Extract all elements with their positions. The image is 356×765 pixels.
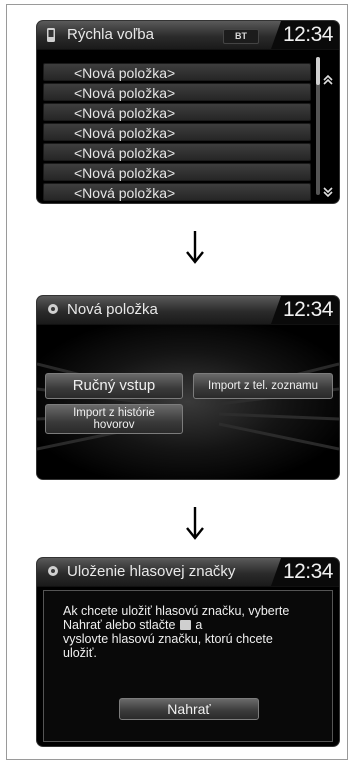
title-bar: Rýchla voľba BT 12:34 xyxy=(37,21,339,50)
new-entry-screen: Nová položka 12:34 Ručný vstup Import z … xyxy=(37,296,339,479)
manual-entry-button[interactable]: Ručný vstup xyxy=(45,373,183,399)
chevron-down-icon[interactable] xyxy=(322,185,334,203)
title-bar: Nová položka 12:34 xyxy=(37,296,339,325)
message-line: Ak chcete uložiť hlasovú značku, vyberte xyxy=(63,604,290,618)
chevron-up-icon[interactable] xyxy=(322,73,334,91)
clock-box: 12:34 xyxy=(271,558,339,586)
import-phonebook-label: Import z tel. zoznamu xyxy=(208,380,318,392)
list-item[interactable]: <Nová položka> xyxy=(43,103,311,121)
message-line: uložiť. xyxy=(63,646,97,660)
gear-icon xyxy=(46,302,60,321)
dialog-message: Ak chcete uložiť hlasovú značku, vyberte… xyxy=(63,604,315,660)
list-item[interactable]: <Nová položka> xyxy=(43,83,311,101)
import-history-button[interactable]: Import z histórie hovorov xyxy=(45,404,183,434)
phone-icon xyxy=(46,27,56,48)
screen-title: Rýchla voľba xyxy=(67,26,154,43)
message-text: a xyxy=(195,618,203,632)
voice-tag-screen: Uloženie hlasovej značky 12:34 Ak chcete… xyxy=(37,558,339,746)
import-history-label-1: Import z histórie xyxy=(73,407,155,419)
list-item-label: <Nová položka> xyxy=(74,65,176,81)
title-bar: Uloženie hlasovej značky 12:34 xyxy=(37,558,339,587)
figure-frame: Rýchla voľba BT 12:34 <Nová položka> <No… xyxy=(6,4,348,760)
talk-button-icon xyxy=(179,620,191,630)
list-item[interactable]: <Nová položka> xyxy=(43,123,311,141)
speed-dial-screen: Rýchla voľba BT 12:34 <Nová položka> <No… xyxy=(37,21,339,203)
message-line: vyslovte hlasovú značku, ktorú chcete xyxy=(63,632,273,646)
list-item[interactable]: <Nová položka> xyxy=(43,63,311,81)
scrollbar[interactable] xyxy=(316,57,320,195)
list-item-label: <Nová položka> xyxy=(74,105,176,121)
record-label: Nahrať xyxy=(167,701,211,717)
import-history-label-2: hovorov xyxy=(93,419,135,431)
list-item[interactable]: <Nová položka> xyxy=(43,183,311,201)
message-text: Nahrať alebo stlačte xyxy=(63,618,176,632)
message-line: Nahrať alebo stlačte a xyxy=(63,618,315,632)
scroll-thumb[interactable] xyxy=(316,57,320,85)
list-item[interactable]: <Nová položka> xyxy=(43,163,311,181)
clock: 12:34 xyxy=(282,23,334,46)
manual-entry-label: Ručný vstup xyxy=(72,377,156,394)
list-item[interactable]: <Nová položka> xyxy=(43,143,311,161)
import-phonebook-button[interactable]: Import z tel. zoznamu xyxy=(193,373,333,399)
arrow-down-icon xyxy=(186,507,204,540)
clock: 12:34 xyxy=(282,560,334,583)
list-item-label: <Nová položka> xyxy=(74,165,176,181)
list-item-label: <Nová položka> xyxy=(74,145,176,161)
clock-box: 12:34 xyxy=(271,21,339,49)
list-item-label: <Nová položka> xyxy=(74,125,176,141)
clock: 12:34 xyxy=(282,298,334,321)
arrow-down-icon xyxy=(186,231,204,264)
clock-box: 12:34 xyxy=(271,296,339,324)
screen-title: Uloženie hlasovej značky xyxy=(67,563,236,580)
screen-title: Nová položka xyxy=(67,301,158,318)
gear-icon xyxy=(46,564,60,583)
list-item-label: <Nová položka> xyxy=(74,85,176,101)
list-item-label: <Nová položka> xyxy=(74,185,176,201)
background xyxy=(37,324,339,479)
bluetooth-badge: BT xyxy=(223,29,259,44)
record-button[interactable]: Nahrať xyxy=(119,698,259,720)
